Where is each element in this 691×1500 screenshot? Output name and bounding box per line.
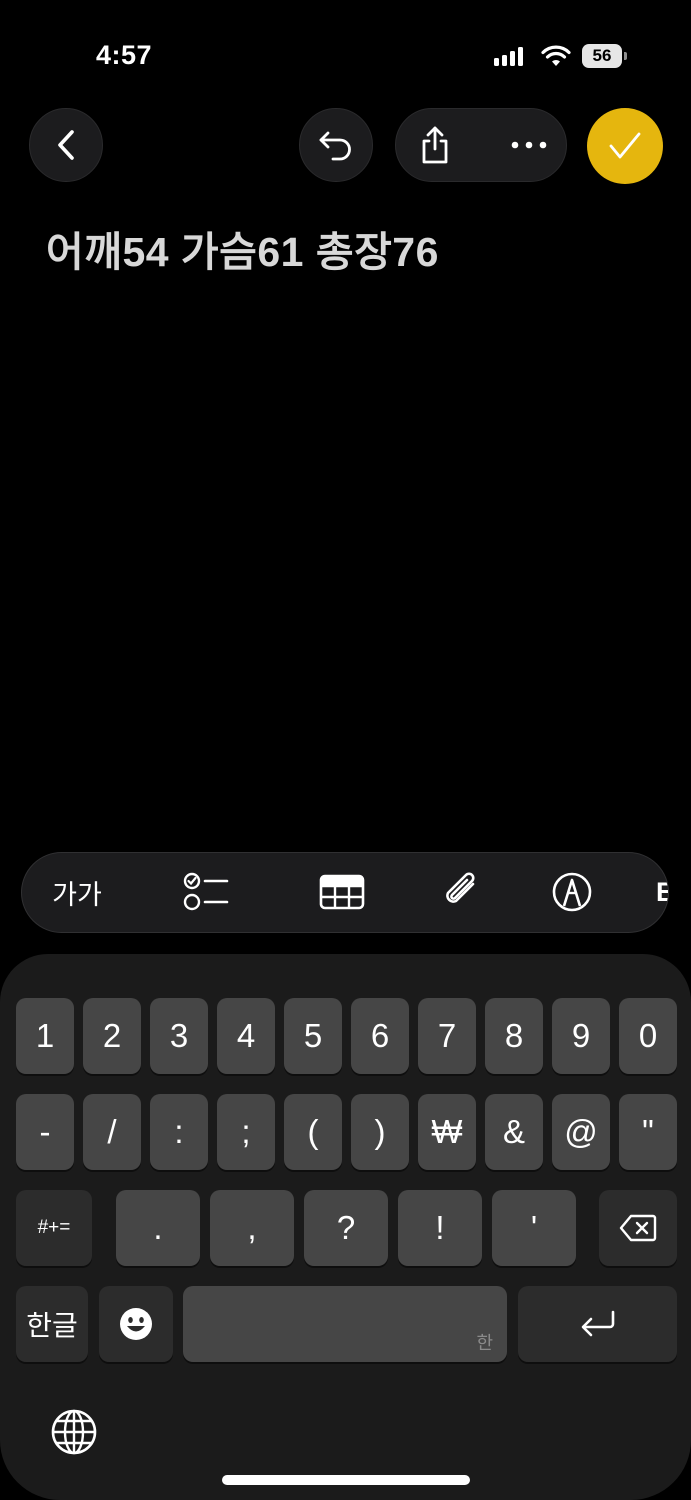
table-icon <box>319 874 365 910</box>
key-number[interactable]: 7 <box>418 998 476 1074</box>
return-key[interactable] <box>518 1286 677 1362</box>
format-toolbar: 가가 E <box>21 852 669 933</box>
undo-button[interactable] <box>299 108 373 182</box>
paperclip-icon <box>446 872 475 903</box>
key-number[interactable]: 9 <box>552 998 610 1074</box>
space-input-mode-hint: 한 <box>476 1333 493 1353</box>
keyboard: 1234567890 - /:;() ₩ & @ " #+= .,?! ' 한글 한 <box>0 954 691 1500</box>
key-symbol[interactable]: - <box>16 1094 74 1170</box>
key-number[interactable]: 6 <box>351 998 409 1074</box>
key-number[interactable]: 8 <box>485 998 543 1074</box>
hangul-switch-key[interactable]: 한글 <box>16 1286 88 1362</box>
key-punctuation[interactable]: ? <box>304 1190 388 1266</box>
key-symbol[interactable]: @ <box>552 1094 610 1170</box>
key-symbol[interactable]: : <box>150 1094 208 1170</box>
key-symbol[interactable]: ₩ <box>418 1094 476 1170</box>
delete-icon <box>619 1214 657 1242</box>
text-style-button[interactable]: 가가 <box>42 853 112 931</box>
toolbar-partial-label: E <box>656 877 668 908</box>
key-number[interactable]: 4 <box>217 998 275 1074</box>
key-symbol[interactable]: / <box>83 1094 141 1170</box>
home-indicator <box>222 1475 470 1485</box>
wifi-icon <box>541 45 571 66</box>
markup-button[interactable] <box>537 853 607 931</box>
toolbar-overflow-item[interactable]: E <box>656 853 668 931</box>
key-number[interactable]: 5 <box>284 998 342 1074</box>
share-icon <box>422 126 448 164</box>
table-button[interactable] <box>307 853 377 931</box>
key-punctuation[interactable]: ! <box>398 1190 482 1266</box>
symbols-toggle-key[interactable]: #+= <box>16 1190 92 1266</box>
ellipsis-icon <box>511 141 547 149</box>
space-key[interactable]: 한 <box>183 1286 507 1362</box>
key-symbol[interactable]: ; <box>217 1094 275 1170</box>
share-more-group <box>395 108 567 182</box>
key-symbol[interactable]: " <box>619 1094 677 1170</box>
key-symbol[interactable]: ( <box>284 1094 342 1170</box>
checklist-button[interactable] <box>172 853 242 931</box>
attachment-button[interactable] <box>427 853 497 931</box>
backspace-key[interactable] <box>599 1190 677 1266</box>
key-number[interactable]: 0 <box>619 998 677 1074</box>
key-punctuation[interactable]: , <box>210 1190 294 1266</box>
key-punctuation[interactable]: . <box>116 1190 200 1266</box>
globe-icon[interactable] <box>50 1408 98 1456</box>
more-options-button[interactable] <box>490 109 568 181</box>
key-number[interactable]: 3 <box>150 998 208 1074</box>
battery-level: 56 <box>582 44 622 68</box>
key-symbol[interactable]: ) <box>351 1094 409 1170</box>
key-symbol[interactable]: & <box>485 1094 543 1170</box>
undo-icon <box>319 131 351 161</box>
return-icon <box>581 1310 614 1337</box>
cellular-signal-icon <box>494 46 523 66</box>
checkmark-icon <box>609 132 641 159</box>
key-number[interactable]: 1 <box>16 998 74 1074</box>
battery-icon: 56 <box>582 44 628 68</box>
done-button[interactable] <box>587 108 663 184</box>
emoji-key[interactable] <box>99 1286 173 1362</box>
pen-markup-icon <box>552 872 592 912</box>
share-button[interactable] <box>396 109 474 181</box>
status-time: 4:57 <box>96 40 153 70</box>
back-button[interactable] <box>29 108 103 182</box>
chevron-left-icon <box>58 130 74 160</box>
emoji-icon <box>120 1308 152 1340</box>
note-body-text[interactable]: 어깨54 가슴61 총장76 <box>46 218 439 278</box>
key-punctuation[interactable]: ' <box>492 1190 576 1266</box>
checklist-icon <box>183 872 229 911</box>
key-number[interactable]: 2 <box>83 998 141 1074</box>
